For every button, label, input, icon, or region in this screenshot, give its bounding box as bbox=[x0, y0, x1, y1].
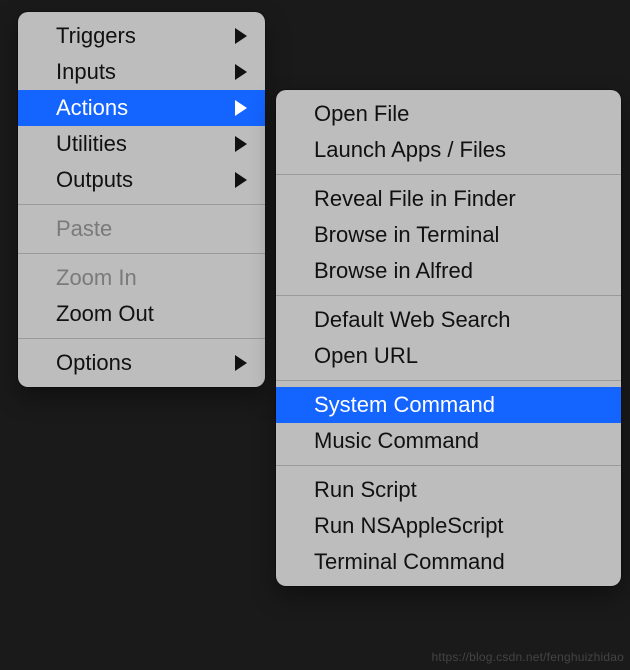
menu-item-actions[interactable]: Actions bbox=[18, 90, 265, 126]
submenu-item-run-nsapplescript[interactable]: Run NSAppleScript bbox=[276, 508, 621, 544]
menu-item-label: Outputs bbox=[56, 167, 133, 193]
menu-item-label: Open File bbox=[314, 101, 409, 127]
menu-item-label: Launch Apps / Files bbox=[314, 137, 506, 163]
submenu-item-browse-in-alfred[interactable]: Browse in Alfred bbox=[276, 253, 621, 289]
menu-separator bbox=[18, 204, 265, 205]
submenu-arrow-icon bbox=[235, 355, 247, 371]
menu-item-zoom-out[interactable]: Zoom Out bbox=[18, 296, 265, 332]
menu-item-label: Browse in Alfred bbox=[314, 258, 473, 284]
menu-item-label: Terminal Command bbox=[314, 549, 505, 575]
submenu-item-system-command[interactable]: System Command bbox=[276, 387, 621, 423]
submenu-arrow-icon bbox=[235, 28, 247, 44]
menu-separator bbox=[18, 253, 265, 254]
menu-item-label: Zoom Out bbox=[56, 301, 154, 327]
menu-item-utilities[interactable]: Utilities bbox=[18, 126, 265, 162]
menu-item-label: Browse in Terminal bbox=[314, 222, 499, 248]
menu-item-label: Default Web Search bbox=[314, 307, 510, 333]
submenu-arrow-icon bbox=[235, 64, 247, 80]
menu-item-label: Reveal File in Finder bbox=[314, 186, 516, 212]
submenu-item-terminal-command[interactable]: Terminal Command bbox=[276, 544, 621, 580]
submenu-item-reveal-file-in-finder[interactable]: Reveal File in Finder bbox=[276, 181, 621, 217]
menu-separator bbox=[276, 295, 621, 296]
menu-item-label: Triggers bbox=[56, 23, 136, 49]
menu-item-inputs[interactable]: Inputs bbox=[18, 54, 265, 90]
submenu-item-default-web-search[interactable]: Default Web Search bbox=[276, 302, 621, 338]
submenu-item-run-script[interactable]: Run Script bbox=[276, 472, 621, 508]
menu-separator bbox=[276, 380, 621, 381]
submenu-arrow-icon bbox=[235, 136, 247, 152]
menu-item-label: Actions bbox=[56, 95, 128, 121]
menu-separator bbox=[276, 465, 621, 466]
menu-item-options[interactable]: Options bbox=[18, 345, 265, 381]
menu-separator bbox=[276, 174, 621, 175]
menu-item-outputs[interactable]: Outputs bbox=[18, 162, 265, 198]
menu-item-label: Run NSAppleScript bbox=[314, 513, 504, 539]
menu-item-label: System Command bbox=[314, 392, 495, 418]
menu-item-label: Inputs bbox=[56, 59, 116, 85]
menu-item-triggers[interactable]: Triggers bbox=[18, 18, 265, 54]
submenu-arrow-icon bbox=[235, 172, 247, 188]
menu-item-label: Open URL bbox=[314, 343, 418, 369]
menu-item-label: Paste bbox=[56, 216, 112, 242]
menu-separator bbox=[18, 338, 265, 339]
menu-item-label: Run Script bbox=[314, 477, 417, 503]
menu-item-label: Utilities bbox=[56, 131, 127, 157]
submenu-item-browse-in-terminal[interactable]: Browse in Terminal bbox=[276, 217, 621, 253]
submenu-arrow-icon bbox=[235, 100, 247, 116]
context-menu-actions-submenu: Open File Launch Apps / Files Reveal Fil… bbox=[276, 90, 621, 586]
menu-item-paste: Paste bbox=[18, 211, 265, 247]
context-menu-main: Triggers Inputs Actions Utilities Output… bbox=[18, 12, 265, 387]
menu-item-zoom-in: Zoom In bbox=[18, 260, 265, 296]
menu-item-label: Zoom In bbox=[56, 265, 137, 291]
submenu-item-open-url[interactable]: Open URL bbox=[276, 338, 621, 374]
submenu-item-open-file[interactable]: Open File bbox=[276, 96, 621, 132]
watermark-text: https://blog.csdn.net/fenghuizhidao bbox=[432, 650, 624, 664]
menu-item-label: Options bbox=[56, 350, 132, 376]
menu-item-label: Music Command bbox=[314, 428, 479, 454]
submenu-item-music-command[interactable]: Music Command bbox=[276, 423, 621, 459]
submenu-item-launch-apps-files[interactable]: Launch Apps / Files bbox=[276, 132, 621, 168]
